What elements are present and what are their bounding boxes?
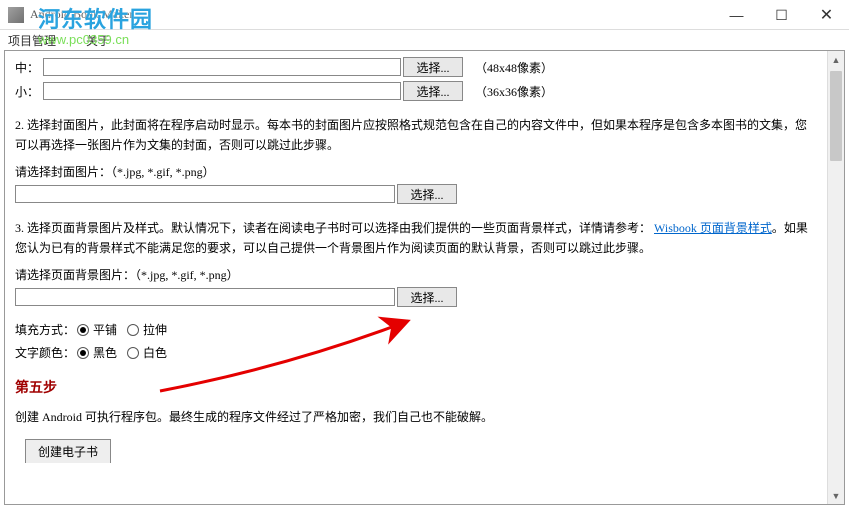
radio-selected-icon bbox=[77, 324, 89, 336]
cover-input[interactable] bbox=[15, 185, 395, 203]
maximize-button[interactable]: ☐ bbox=[759, 0, 804, 30]
icon-mid-hint: （48x48像素） bbox=[475, 59, 553, 76]
bg-label: 请选择页面背景图片：（*.jpg, *.gif, *.png） bbox=[15, 266, 816, 283]
step5-text: 创建 Android 可执行程序包。最终生成的程序文件经过了严格加密，我们自己也… bbox=[15, 407, 816, 427]
fill-label: 填充方式： bbox=[15, 321, 77, 338]
close-button[interactable]: ✕ bbox=[804, 0, 849, 30]
content-area: 中： 选择... （48x48像素） 小： 选择... （36x36像素） 2.… bbox=[5, 51, 826, 504]
menubar: 项目管理 关于 bbox=[0, 30, 849, 50]
menu-project[interactable]: 项目管理 bbox=[8, 32, 56, 49]
scroll-up-icon[interactable]: ▲ bbox=[828, 51, 844, 68]
scroll-thumb[interactable] bbox=[830, 71, 842, 161]
titlebar: Android Book Maker — ☐ ✕ bbox=[0, 0, 849, 30]
window-controls: — ☐ ✕ bbox=[714, 0, 849, 30]
bg-input[interactable] bbox=[15, 288, 395, 306]
icon-mid-browse-button[interactable]: 选择... bbox=[403, 57, 463, 77]
fill-row: 填充方式： 平铺 拉伸 bbox=[15, 321, 816, 338]
textcolor-white-label: 白色 bbox=[143, 344, 167, 361]
radio-unselected-icon bbox=[127, 324, 139, 336]
wisbook-link[interactable]: Wisbook 页面背景样式 bbox=[654, 221, 772, 235]
textcolor-label: 文字颜色： bbox=[15, 344, 77, 361]
app-icon bbox=[8, 7, 24, 23]
textcolor-row: 文字颜色： 黑色 白色 bbox=[15, 344, 816, 361]
radio-unselected-icon bbox=[127, 347, 139, 359]
textcolor-black-radio[interactable]: 黑色 bbox=[77, 344, 117, 361]
fill-stretch-radio[interactable]: 拉伸 bbox=[127, 321, 167, 338]
bg-row: 选择... bbox=[15, 287, 816, 307]
fill-tile-radio[interactable]: 平铺 bbox=[77, 321, 117, 338]
cover-browse-button[interactable]: 选择... bbox=[397, 184, 457, 204]
radio-selected-icon bbox=[77, 347, 89, 359]
textcolor-black-label: 黑色 bbox=[93, 344, 117, 361]
vertical-scrollbar[interactable]: ▲ ▼ bbox=[827, 51, 844, 504]
icon-small-input[interactable] bbox=[43, 82, 401, 100]
menu-about[interactable]: 关于 bbox=[86, 32, 110, 49]
icon-small-hint: （36x36像素） bbox=[475, 83, 553, 100]
icon-mid-label: 中： bbox=[15, 59, 43, 76]
cover-row: 选择... bbox=[15, 184, 816, 204]
step3-text-before: 3. 选择页面背景图片及样式。默认情况下，读者在阅读电子书时可以选择由我们提供的… bbox=[15, 221, 651, 235]
icon-mid-input[interactable] bbox=[43, 58, 401, 76]
minimize-button[interactable]: — bbox=[714, 0, 759, 30]
window-title: Android Book Maker bbox=[30, 7, 133, 22]
icon-small-label: 小： bbox=[15, 83, 43, 100]
icon-small-browse-button[interactable]: 选择... bbox=[403, 81, 463, 101]
build-ebook-button[interactable]: 创建电子书 bbox=[25, 439, 111, 463]
bg-browse-button[interactable]: 选择... bbox=[397, 287, 457, 307]
icon-mid-row: 中： 选择... （48x48像素） bbox=[15, 57, 816, 77]
step2-text: 2. 选择封面图片，此封面将在程序启动时显示。每本书的封面图片应按照格式规范包含… bbox=[15, 115, 816, 155]
scroll-down-icon[interactable]: ▼ bbox=[828, 487, 844, 504]
icon-small-row: 小： 选择... （36x36像素） bbox=[15, 81, 816, 101]
fill-stretch-label: 拉伸 bbox=[143, 321, 167, 338]
step3-text: 3. 选择页面背景图片及样式。默认情况下，读者在阅读电子书时可以选择由我们提供的… bbox=[15, 218, 816, 258]
cover-label: 请选择封面图片：（*.jpg, *.gif, *.png） bbox=[15, 163, 816, 180]
fill-tile-label: 平铺 bbox=[93, 321, 117, 338]
step5-heading: 第五步 bbox=[15, 377, 816, 397]
content-frame: 中： 选择... （48x48像素） 小： 选择... （36x36像素） 2.… bbox=[4, 50, 845, 505]
textcolor-white-radio[interactable]: 白色 bbox=[127, 344, 167, 361]
